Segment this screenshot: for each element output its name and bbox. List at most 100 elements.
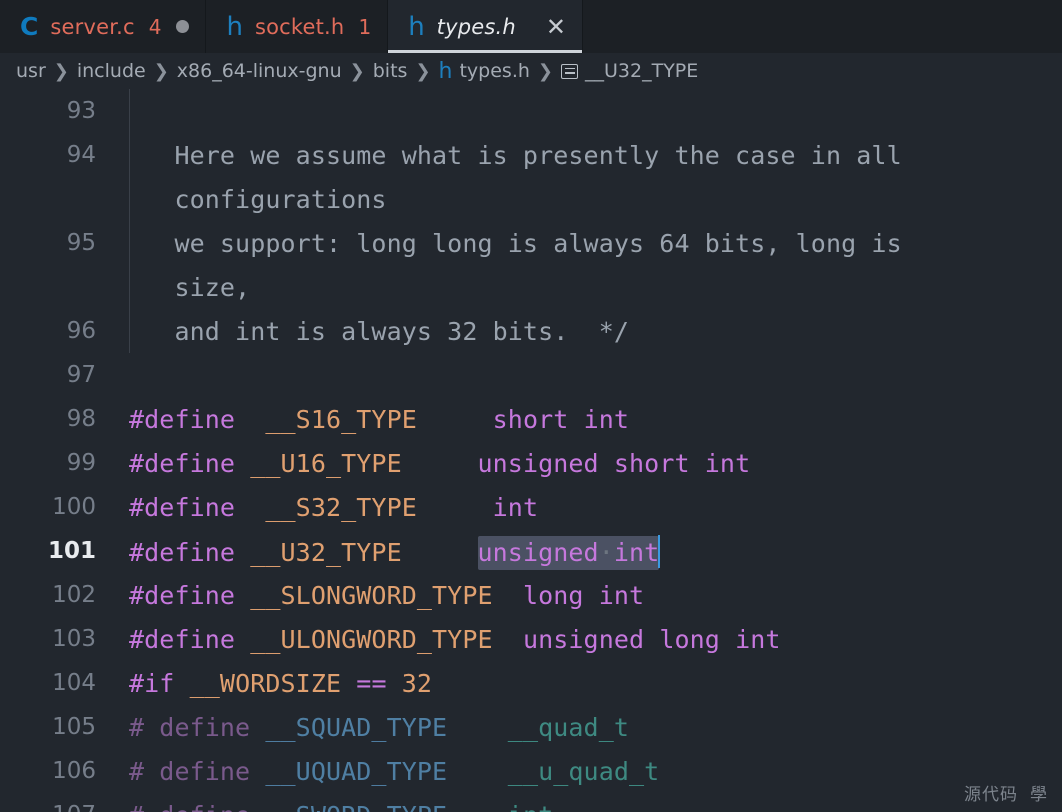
line-content: Here we assume what is presently the cas… [129,140,902,170]
chevron-right-icon: ❯ [415,60,431,82]
editor-tab-socket-h[interactable]: h socket.h 1 [206,0,389,53]
watermark-text-right: 學 [1030,785,1048,805]
watermark: 源代码學 [964,780,1048,805]
line-number: 98 [66,406,96,432]
code-line[interactable]: 98 #define __S16_TYPE short int [0,397,1062,441]
code-line[interactable]: 104 #if __WORDSIZE == 32 [0,661,1062,705]
editor-tab-label: server.c [50,14,135,39]
preprocessor-directive: #define [129,448,236,478]
editor-tab-error-count: 1 [358,14,372,39]
macro-symbol-icon [561,63,579,79]
line-number: 104 [52,670,96,696]
code-line[interactable]: 102 #define __SLONGWORD_TYPE long int [0,573,1062,617]
macro-name: __U32_TYPE [235,537,402,567]
macro-name: __SWORD_TYPE [250,801,447,812]
line-content: #define __U16_TYPE unsigned short int [108,449,1062,478]
preprocessor-directive: # define [129,712,251,742]
chevron-right-icon: ❯ [53,60,69,82]
code-line-active[interactable]: 101 #define __U32_TYPE unsigned·int [0,529,1062,573]
macro-value: long int [522,580,645,610]
code-line[interactable]: 93 [0,89,1062,133]
breadcrumb-item-bits[interactable]: bits [373,60,408,82]
line-content: # define __UQUAD_TYPE __u_quad_t [108,757,1062,786]
code-line-wrapped[interactable]: configurations [0,177,1062,221]
preprocessor-directive: #define [129,404,236,434]
line-number: 95 [66,230,96,256]
number-literal: 32 [401,668,433,698]
text-selection[interactable]: unsigned·int [477,535,660,570]
code-line[interactable]: 94 Here we assume what is presently the … [0,133,1062,177]
line-number: 100 [52,494,96,520]
breadcrumb-item-include[interactable]: include [77,60,146,82]
macro-value-part-a: unsigned [477,537,599,567]
macro-value: int [508,801,553,812]
unsaved-changes-dot-icon[interactable] [176,20,190,33]
code-line[interactable]: 99 #define __U16_TYPE unsigned short int [0,441,1062,485]
breadcrumb-item-x86-64-linux-gnu[interactable]: x86_64-linux-gnu [177,60,342,82]
line-number: 97 [66,362,96,388]
code-editor[interactable]: 93 94 Here we assume what is presently t… [0,89,1062,812]
line-content: size, [129,272,251,302]
line-content: and int is always 32 bits. */ [129,316,629,346]
line-content: #define __S32_TYPE int [108,493,1062,522]
line-number: 105 [52,714,96,740]
line-number: 101 [47,538,96,564]
whitespace-dot-icon: · [598,537,614,567]
line-content: #define __ULONGWORD_TYPE unsigned long i… [108,625,1062,654]
macro-value: short int [492,404,630,434]
preprocessor-directive: # define [129,801,250,812]
code-line-wrapped[interactable]: size, [0,265,1062,309]
code-line[interactable]: 100 #define __S32_TYPE int [0,485,1062,529]
preprocessor-directive: #define [129,580,236,610]
line-number: 94 [66,142,96,168]
preprocessor-directive: # define [129,756,251,786]
line-content: # define __SQUAD_TYPE __quad_t [108,713,1062,742]
line-number: 107 [0,802,108,812]
line-content: #define __S16_TYPE short int [108,405,1062,434]
chevron-right-icon: ❯ [153,60,169,82]
code-line-inactive[interactable]: 106 # define __UQUAD_TYPE __u_quad_t [0,749,1062,793]
code-line[interactable]: 97 [0,353,1062,397]
code-line-inactive[interactable]: 107 # define __SWORD_TYPE int [0,793,1062,812]
line-content: configurations [129,184,387,214]
code-line-inactive[interactable]: 105 # define __SQUAD_TYPE __quad_t [0,705,1062,749]
macro-value: unsigned long int [522,624,781,654]
editor-tab-types-h[interactable]: h types.h ✕ [388,0,584,53]
macro-name: __S32_TYPE [235,492,417,522]
line-number: 102 [52,582,96,608]
macro-value: __quad_t [507,712,630,742]
line-content: #define __U32_TYPE unsigned·int [108,534,1062,570]
vscode-editor-window: C server.c 4 h socket.h 1 h types.h ✕ us… [0,0,1062,812]
code-line[interactable]: 103 #define __ULONGWORD_TYPE unsigned lo… [0,617,1062,661]
editor-tab-server-c[interactable]: C server.c 4 [0,0,207,53]
macro-name: __SLONGWORD_TYPE [235,580,493,610]
watermark-text-left: 源代码 [964,785,1018,805]
macro-name: __SQUAD_TYPE [250,712,448,742]
line-content: we support: long long is always 64 bits,… [129,228,902,258]
macro-value: int [492,492,539,522]
c-file-icon: C [20,12,39,41]
breadcrumb-item-file[interactable]: types.h [459,60,529,82]
chevron-right-icon: ❯ [349,60,365,82]
macro-name: __ULONGWORD_TYPE [235,624,493,654]
breadcrumb-item-symbol[interactable]: __U32_TYPE [585,60,698,82]
breadcrumb: usr ❯ include ❯ x86_64-linux-gnu ❯ bits … [0,53,1062,89]
code-line[interactable]: 95 we support: long long is always 64 bi… [0,221,1062,265]
breadcrumb-item-usr[interactable]: usr [16,60,46,82]
h-file-icon: h [226,11,243,42]
text-cursor [658,534,661,568]
code-line[interactable]: 96 and int is always 32 bits. */ [0,309,1062,353]
preprocessor-directive: #define [129,537,236,567]
line-number: 96 [66,318,96,344]
macro-name: __UQUAD_TYPE [250,756,448,786]
close-icon[interactable]: ✕ [546,15,566,39]
editor-tab-error-count: 4 [148,14,162,39]
